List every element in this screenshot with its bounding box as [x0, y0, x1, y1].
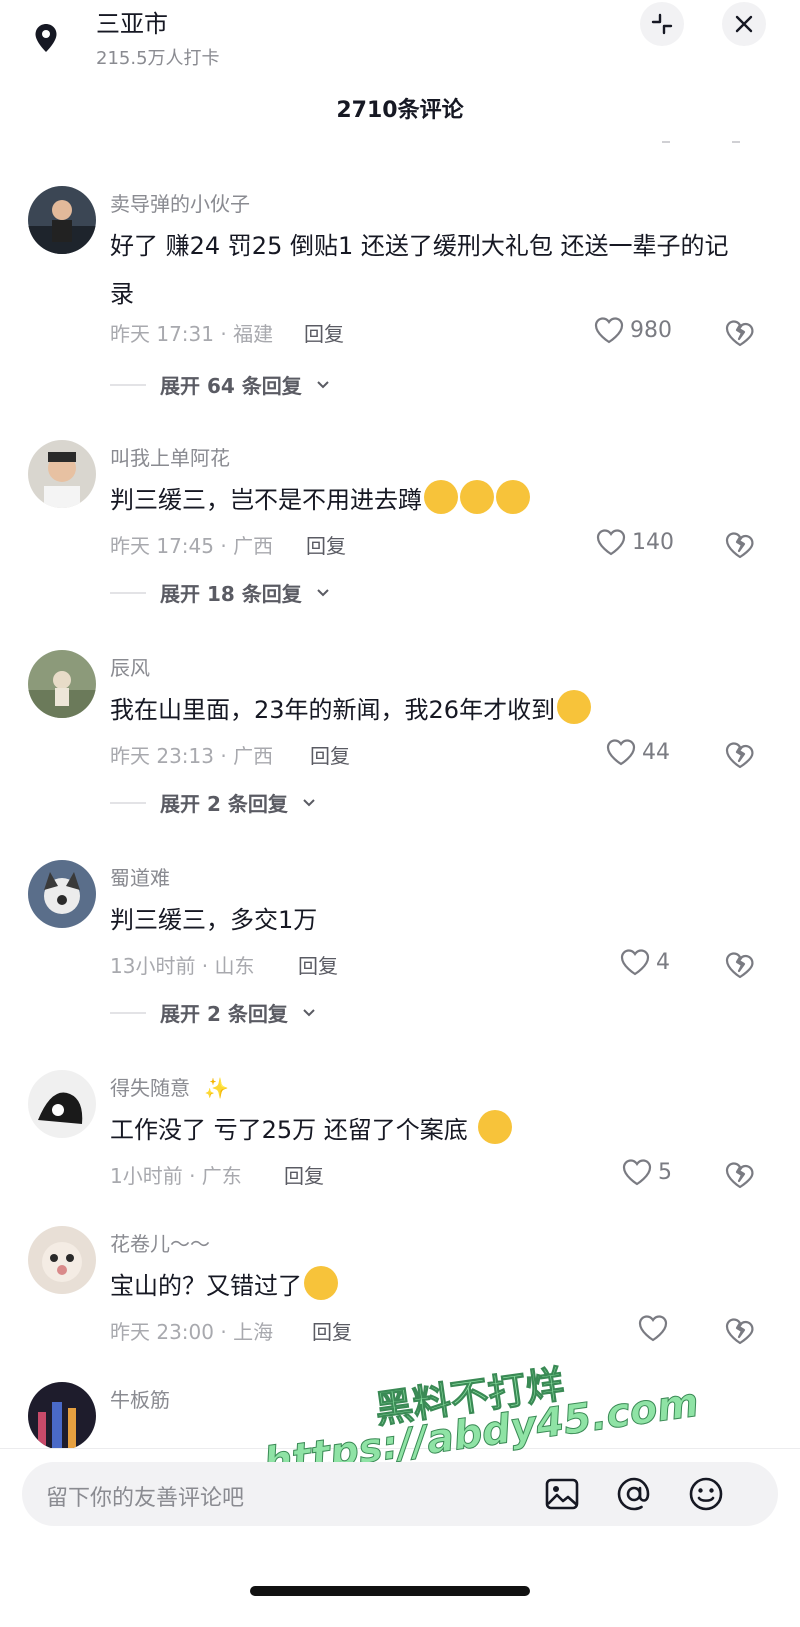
thinking-emoji-icon	[496, 480, 530, 514]
avatar[interactable]	[28, 440, 96, 508]
mention-icon[interactable]	[614, 1474, 654, 1514]
dislike-icon[interactable]	[724, 738, 756, 770]
expand-replies-button[interactable]: 展开 18 条回复	[110, 578, 330, 607]
dislike-icon[interactable]	[724, 1314, 756, 1346]
expand-replies-label: 展开 18 条回复	[160, 582, 302, 606]
thinking-emoji-icon	[460, 480, 494, 514]
expand-replies-button[interactable]: 展开 2 条回复	[110, 998, 316, 1027]
comment-text: 宝山的？又错过了	[110, 1262, 750, 1310]
comment-text-content: 我在山里面，23年的新闻，我26年才收到	[110, 696, 556, 724]
expand-replies-label: 展开 64 条回复	[160, 374, 302, 398]
comment-meta: 昨天 23:13 · 广西	[110, 744, 274, 768]
like-button[interactable]: 5	[622, 1158, 672, 1186]
like-count: 5	[658, 1159, 672, 1185]
like-button[interactable]: 4	[620, 948, 670, 976]
expand-replies-button[interactable]: 展开 2 条回复	[110, 788, 316, 817]
avatar[interactable]	[28, 1070, 96, 1138]
expand-divider	[110, 383, 146, 386]
comment-meta: 昨天 17:45 · 广西	[110, 534, 274, 558]
heart-icon	[594, 317, 624, 344]
avatar[interactable]	[28, 1226, 96, 1294]
dizzy-face-emoji-icon	[557, 690, 592, 724]
comment-username[interactable]: 卖导弹的小伙子	[110, 188, 250, 217]
reply-button[interactable]: 回复	[298, 950, 338, 979]
close-icon	[735, 15, 753, 33]
expand-replies-button[interactable]: 展开 64 条回复	[110, 370, 330, 399]
comment-count-title: 2710条评论	[336, 98, 464, 123]
comment-username[interactable]: 牛板筋	[110, 1384, 170, 1413]
expand-replies-label: 展开 2 条回复	[160, 792, 288, 816]
location-pin-icon[interactable]	[28, 20, 64, 56]
comment-meta: 13小时前 · 山东	[110, 954, 255, 978]
expand-replies-label: 展开 2 条回复	[160, 1002, 288, 1026]
scroll-hint-divider	[662, 141, 740, 143]
sparkles-icon: ✨	[204, 1076, 230, 1100]
image-icon[interactable]	[542, 1474, 582, 1514]
home-indicator[interactable]	[250, 1586, 530, 1596]
comment-text: 好了 赚24 罚25 倒贴1 还送了缓刑大礼包 还送一辈子的记录	[110, 232, 729, 308]
crying-face-emoji-icon	[477, 1110, 512, 1144]
comment-text-content: 判三缓三，岂不是不用进去蹲	[110, 486, 422, 514]
like-count: 980	[630, 317, 672, 343]
dislike-icon[interactable]	[724, 316, 756, 348]
chevron-down-icon	[303, 798, 315, 806]
collapse-button[interactable]	[640, 2, 684, 46]
chevron-down-icon	[317, 588, 329, 596]
like-button[interactable]: 980	[594, 316, 672, 344]
heart-icon	[620, 949, 650, 976]
comment-text-content: 宝山的？又错过了	[110, 1272, 302, 1300]
comment-input-placeholder: 留下你的友善评论吧	[46, 1486, 245, 1511]
comment-meta: 昨天 23:00 · 上海	[110, 1320, 274, 1344]
checkin-count: 215.5万人打卡	[96, 48, 220, 69]
location-title[interactable]: 三亚市	[96, 4, 168, 39]
reply-button[interactable]: 回复	[306, 530, 346, 559]
comment-username[interactable]: 辰风	[110, 652, 150, 681]
comment-text: 判三缓三，多交1万	[110, 906, 318, 934]
thinking-emoji-icon	[424, 480, 458, 514]
avatar[interactable]	[28, 186, 96, 254]
close-button[interactable]	[722, 2, 766, 46]
like-button[interactable]	[638, 1314, 674, 1342]
expand-divider	[110, 591, 146, 594]
like-count: 140	[632, 529, 674, 555]
expand-divider	[110, 1011, 146, 1014]
comment-meta: 昨天 17:31 · 福建	[110, 322, 274, 346]
dislike-icon[interactable]	[724, 1158, 756, 1190]
reply-button[interactable]: 回复	[310, 740, 350, 769]
comment-text-content: 工作没了 亏了25万 还留了个案底	[110, 1116, 468, 1144]
like-count: 4	[656, 949, 670, 975]
reply-button[interactable]: 回复	[284, 1160, 324, 1189]
dislike-icon[interactable]	[724, 948, 756, 980]
emoji-icon[interactable]	[686, 1474, 726, 1514]
collapse-icon	[651, 13, 673, 35]
heart-icon	[596, 529, 626, 556]
expand-divider	[110, 801, 146, 804]
reply-button[interactable]: 回复	[312, 1316, 352, 1345]
chevron-down-icon	[317, 380, 329, 388]
heart-icon	[622, 1159, 652, 1186]
like-button[interactable]: 140	[596, 528, 674, 556]
smirk-face-emoji-icon	[304, 1266, 338, 1300]
comment-input[interactable]: 留下你的友善评论吧	[22, 1462, 778, 1526]
comment-username[interactable]: 叫我上单阿花	[110, 442, 230, 471]
heart-icon	[638, 1315, 668, 1342]
avatar[interactable]	[28, 650, 96, 718]
dislike-icon[interactable]	[724, 528, 756, 560]
comment-meta: 1小时前 · 广东	[110, 1164, 242, 1188]
comment-text: 我在山里面，23年的新闻，我26年才收到	[110, 686, 750, 734]
comment-username[interactable]: 蜀道难	[110, 862, 170, 891]
comment-username[interactable]: 得失随意 ✨	[110, 1072, 229, 1101]
avatar[interactable]	[28, 860, 96, 928]
comment-text: 判三缓三，岂不是不用进去蹲	[110, 476, 750, 524]
chevron-down-icon	[303, 1008, 315, 1016]
like-count: 44	[642, 739, 670, 765]
comment-username-text: 得失随意	[110, 1076, 190, 1100]
comment-username[interactable]: 花卷儿～～	[110, 1228, 210, 1257]
reply-button[interactable]: 回复	[304, 318, 344, 347]
like-button[interactable]: 44	[606, 738, 670, 766]
avatar[interactable]	[28, 1382, 96, 1448]
comment-text: 工作没了 亏了25万 还留了个案底	[110, 1106, 750, 1154]
heart-icon	[606, 739, 636, 766]
